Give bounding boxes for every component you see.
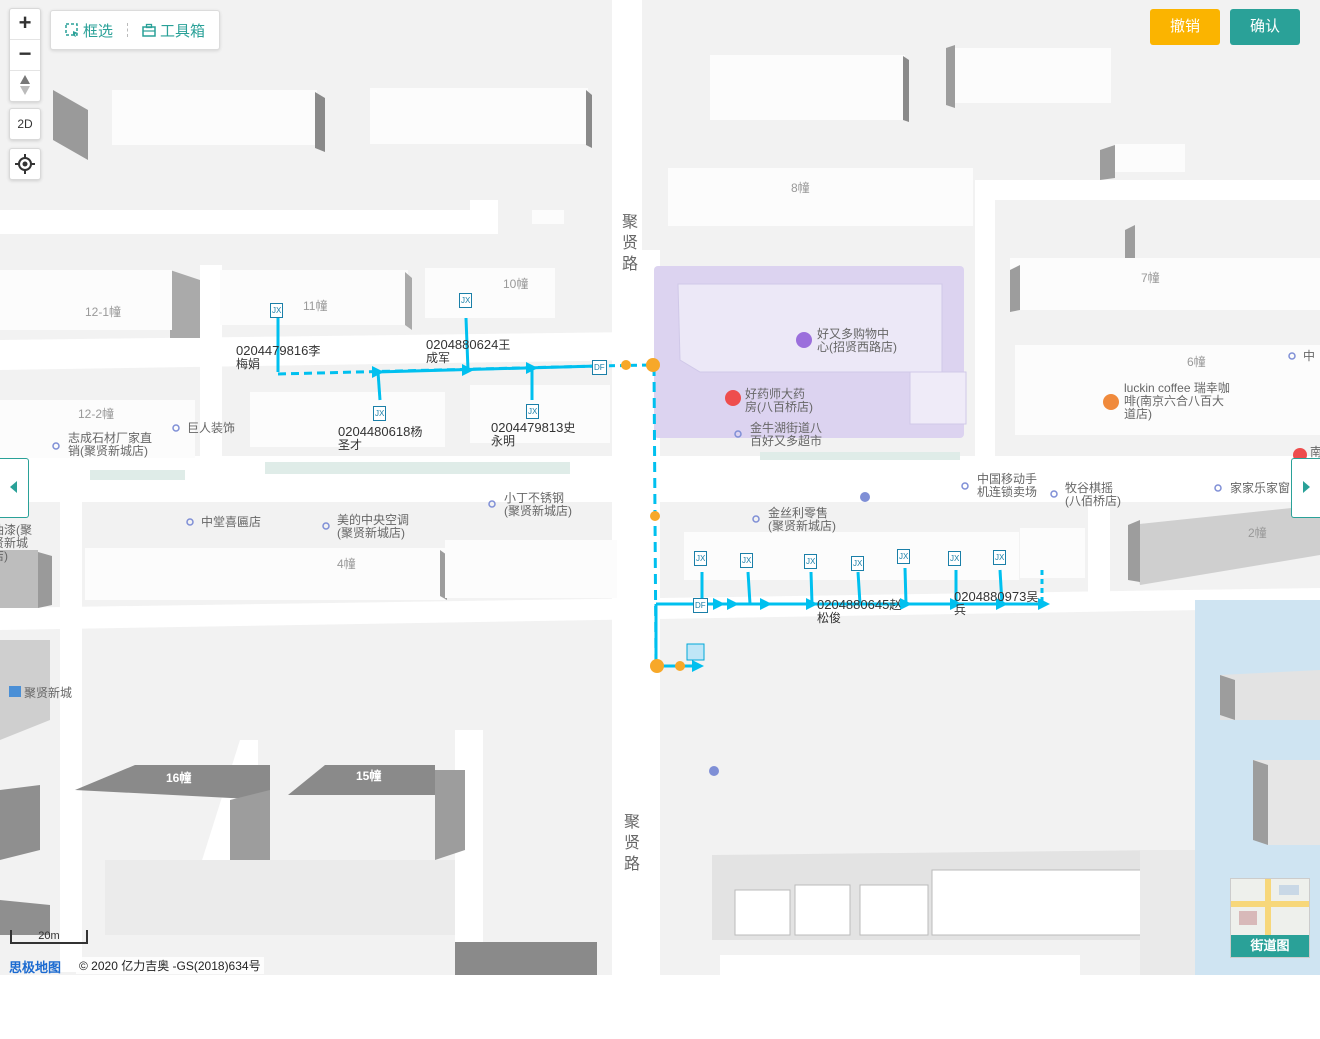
poi-label[interactable]: 巨人装饰 bbox=[187, 422, 235, 435]
street-view-button[interactable]: 街道图 bbox=[1230, 878, 1310, 958]
building-label: 10幢 bbox=[503, 277, 529, 291]
poi-label[interactable]: 中堂喜匾店 bbox=[201, 516, 261, 529]
meter-label[interactable]: 0204480618杨圣才 bbox=[338, 425, 424, 452]
meter-label[interactable]: 0204880645赵松俊 bbox=[817, 598, 903, 625]
poi-label[interactable]: 油漆(聚贤新城店) bbox=[0, 524, 36, 563]
poi-label[interactable]: 美的中央空调(聚贤新城店) bbox=[337, 514, 413, 540]
junction-box-icon[interactable]: JX bbox=[270, 303, 284, 318]
zoom-in-button[interactable]: + bbox=[10, 9, 40, 40]
junction-box-icon[interactable]: JX bbox=[740, 553, 754, 568]
building-label: 4幢 bbox=[337, 557, 356, 571]
building-label: 11幢 bbox=[303, 299, 328, 313]
box-select-label: 框选 bbox=[83, 22, 114, 40]
junction-box-icon[interactable]: JX bbox=[526, 404, 540, 419]
zoom-control: + − bbox=[9, 8, 41, 102]
compass-icon[interactable] bbox=[10, 71, 40, 101]
prev-panel-button[interactable] bbox=[0, 458, 29, 518]
map-logo: 思极地图 bbox=[9, 960, 62, 975]
building-label: 12-2幢 bbox=[78, 407, 115, 421]
toolbar-divider bbox=[127, 23, 129, 37]
junction-box-icon[interactable]: JX bbox=[804, 554, 818, 569]
poi-label[interactable]: 聚贤新城 bbox=[24, 687, 72, 700]
poi-label[interactable]: 好又多购物中心(招贤西路店) bbox=[817, 328, 897, 354]
distribution-box-icon[interactable]: DF bbox=[693, 598, 708, 613]
cancel-button[interactable]: 撤销 bbox=[1150, 9, 1220, 45]
poi-label[interactable]: 中 bbox=[1303, 350, 1315, 363]
building-label: 2幢 bbox=[1248, 526, 1267, 540]
poi-label[interactable]: 好药师大药房(八百桥店) bbox=[745, 388, 815, 414]
toolbox-button[interactable]: 工具箱 bbox=[142, 20, 205, 41]
distribution-box-icon[interactable]: DF bbox=[592, 360, 607, 375]
zoom-out-button[interactable]: − bbox=[10, 40, 40, 71]
poi-label[interactable]: luckin coffee 瑞幸咖啡(南京六合八百大道店) bbox=[1124, 382, 1234, 421]
poi-label[interactable]: 志成石材厂家直销(聚贤新城店) bbox=[68, 432, 160, 458]
junction-box-icon[interactable]: JX bbox=[897, 549, 911, 564]
locate-button[interactable] bbox=[9, 148, 41, 180]
meter-label[interactable]: 0204880973吴兵 bbox=[954, 590, 1050, 617]
poi-label[interactable]: 家家乐家窗 bbox=[1230, 482, 1290, 495]
building-label: 6幢 bbox=[1187, 355, 1206, 369]
box-select-button[interactable]: 框选 bbox=[65, 20, 113, 41]
poi-label[interactable]: 牧谷棋摇(八佰桥店) bbox=[1065, 482, 1127, 508]
chevron-left-icon bbox=[10, 481, 17, 493]
view-mode-2d-button[interactable]: 2D bbox=[9, 108, 41, 140]
poi-label[interactable]: 中国移动手机连锁卖场 bbox=[977, 473, 1039, 499]
junction-box-icon[interactable]: JX bbox=[993, 550, 1007, 565]
junction-box-icon[interactable]: JX bbox=[694, 551, 708, 566]
meter-label[interactable]: 0204880624王成军 bbox=[426, 338, 512, 365]
poi-label[interactable]: 金牛湖街道八百好又多超市 bbox=[750, 422, 826, 448]
junction-box-icon[interactable]: JX bbox=[851, 556, 865, 571]
compass-arrow-icon bbox=[20, 75, 30, 95]
map-canvas[interactable]: 聚贤路 聚贤路 12-1幢 11幢 10幢 12-2幢 8幢 7幢 6幢 4幢 … bbox=[0, 0, 1320, 975]
poi-label[interactable]: 金丝利零售(聚贤新城店) bbox=[768, 507, 840, 533]
meter-label[interactable]: 0204479816李梅娟 bbox=[236, 344, 322, 371]
junction-box-icon[interactable]: JX bbox=[459, 293, 473, 308]
confirm-button[interactable]: 确认 bbox=[1230, 9, 1300, 45]
road-label-north: 聚贤路 bbox=[622, 214, 639, 273]
chevron-right-icon bbox=[1303, 481, 1310, 493]
next-panel-button[interactable] bbox=[1291, 458, 1320, 518]
building-label: 7幢 bbox=[1141, 271, 1160, 285]
street-view-thumbnail bbox=[1231, 879, 1309, 935]
road-label-south: 聚贤路 bbox=[624, 814, 641, 873]
map-toolbar: 框选 工具箱 bbox=[50, 10, 221, 50]
scale-bar: 20m bbox=[10, 930, 88, 944]
toolbox-icon bbox=[142, 23, 156, 37]
junction-box-icon[interactable]: JX bbox=[948, 551, 962, 566]
meter-label[interactable]: 0204479813史永明 bbox=[491, 421, 577, 448]
copyright-text: © 2020 亿力吉奥 -GS(2018)634号 bbox=[76, 957, 264, 974]
building-label: 8幢 bbox=[791, 181, 810, 195]
building-label: 15幢 bbox=[356, 769, 382, 783]
poi-label[interactable]: 小丁不锈钢(聚贤新城店) bbox=[504, 492, 576, 518]
crosshair-icon bbox=[15, 154, 35, 174]
street-view-label: 街道图 bbox=[1231, 935, 1309, 957]
junction-box-icon[interactable]: JX bbox=[373, 406, 387, 421]
toolbox-label: 工具箱 bbox=[160, 22, 206, 40]
box-select-icon bbox=[65, 23, 78, 37]
building-label: 16幢 bbox=[166, 771, 192, 785]
building-label: 12-1幢 bbox=[85, 305, 122, 319]
